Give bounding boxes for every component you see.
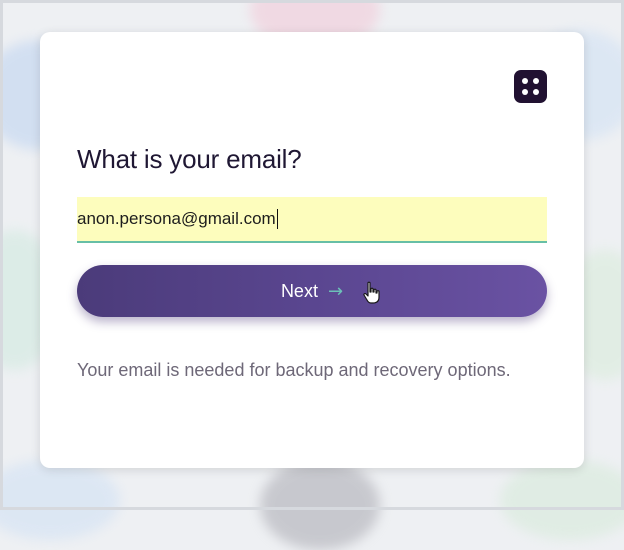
text-caret [276, 209, 278, 229]
hand-pointer-icon [363, 281, 380, 304]
logo-dot [522, 89, 528, 95]
next-button[interactable]: Next → [77, 265, 547, 317]
logo-icon [514, 70, 547, 103]
email-field[interactable]: anon.persona@gmail.com [77, 197, 547, 243]
logo-dot [522, 78, 528, 84]
next-button-label: Next [280, 280, 318, 301]
email-dialog: What is your email? anon.persona@gmail.c… [40, 32, 584, 468]
arrow-right-icon: → [327, 280, 344, 302]
helper-text: Your email is needed for backup and reco… [77, 360, 511, 380]
logo-dot [533, 89, 539, 95]
dialog-title: What is your email? [77, 144, 302, 174]
email-value[interactable]: anon.persona@gmail.com [77, 209, 276, 229]
logo-dot [533, 78, 539, 84]
